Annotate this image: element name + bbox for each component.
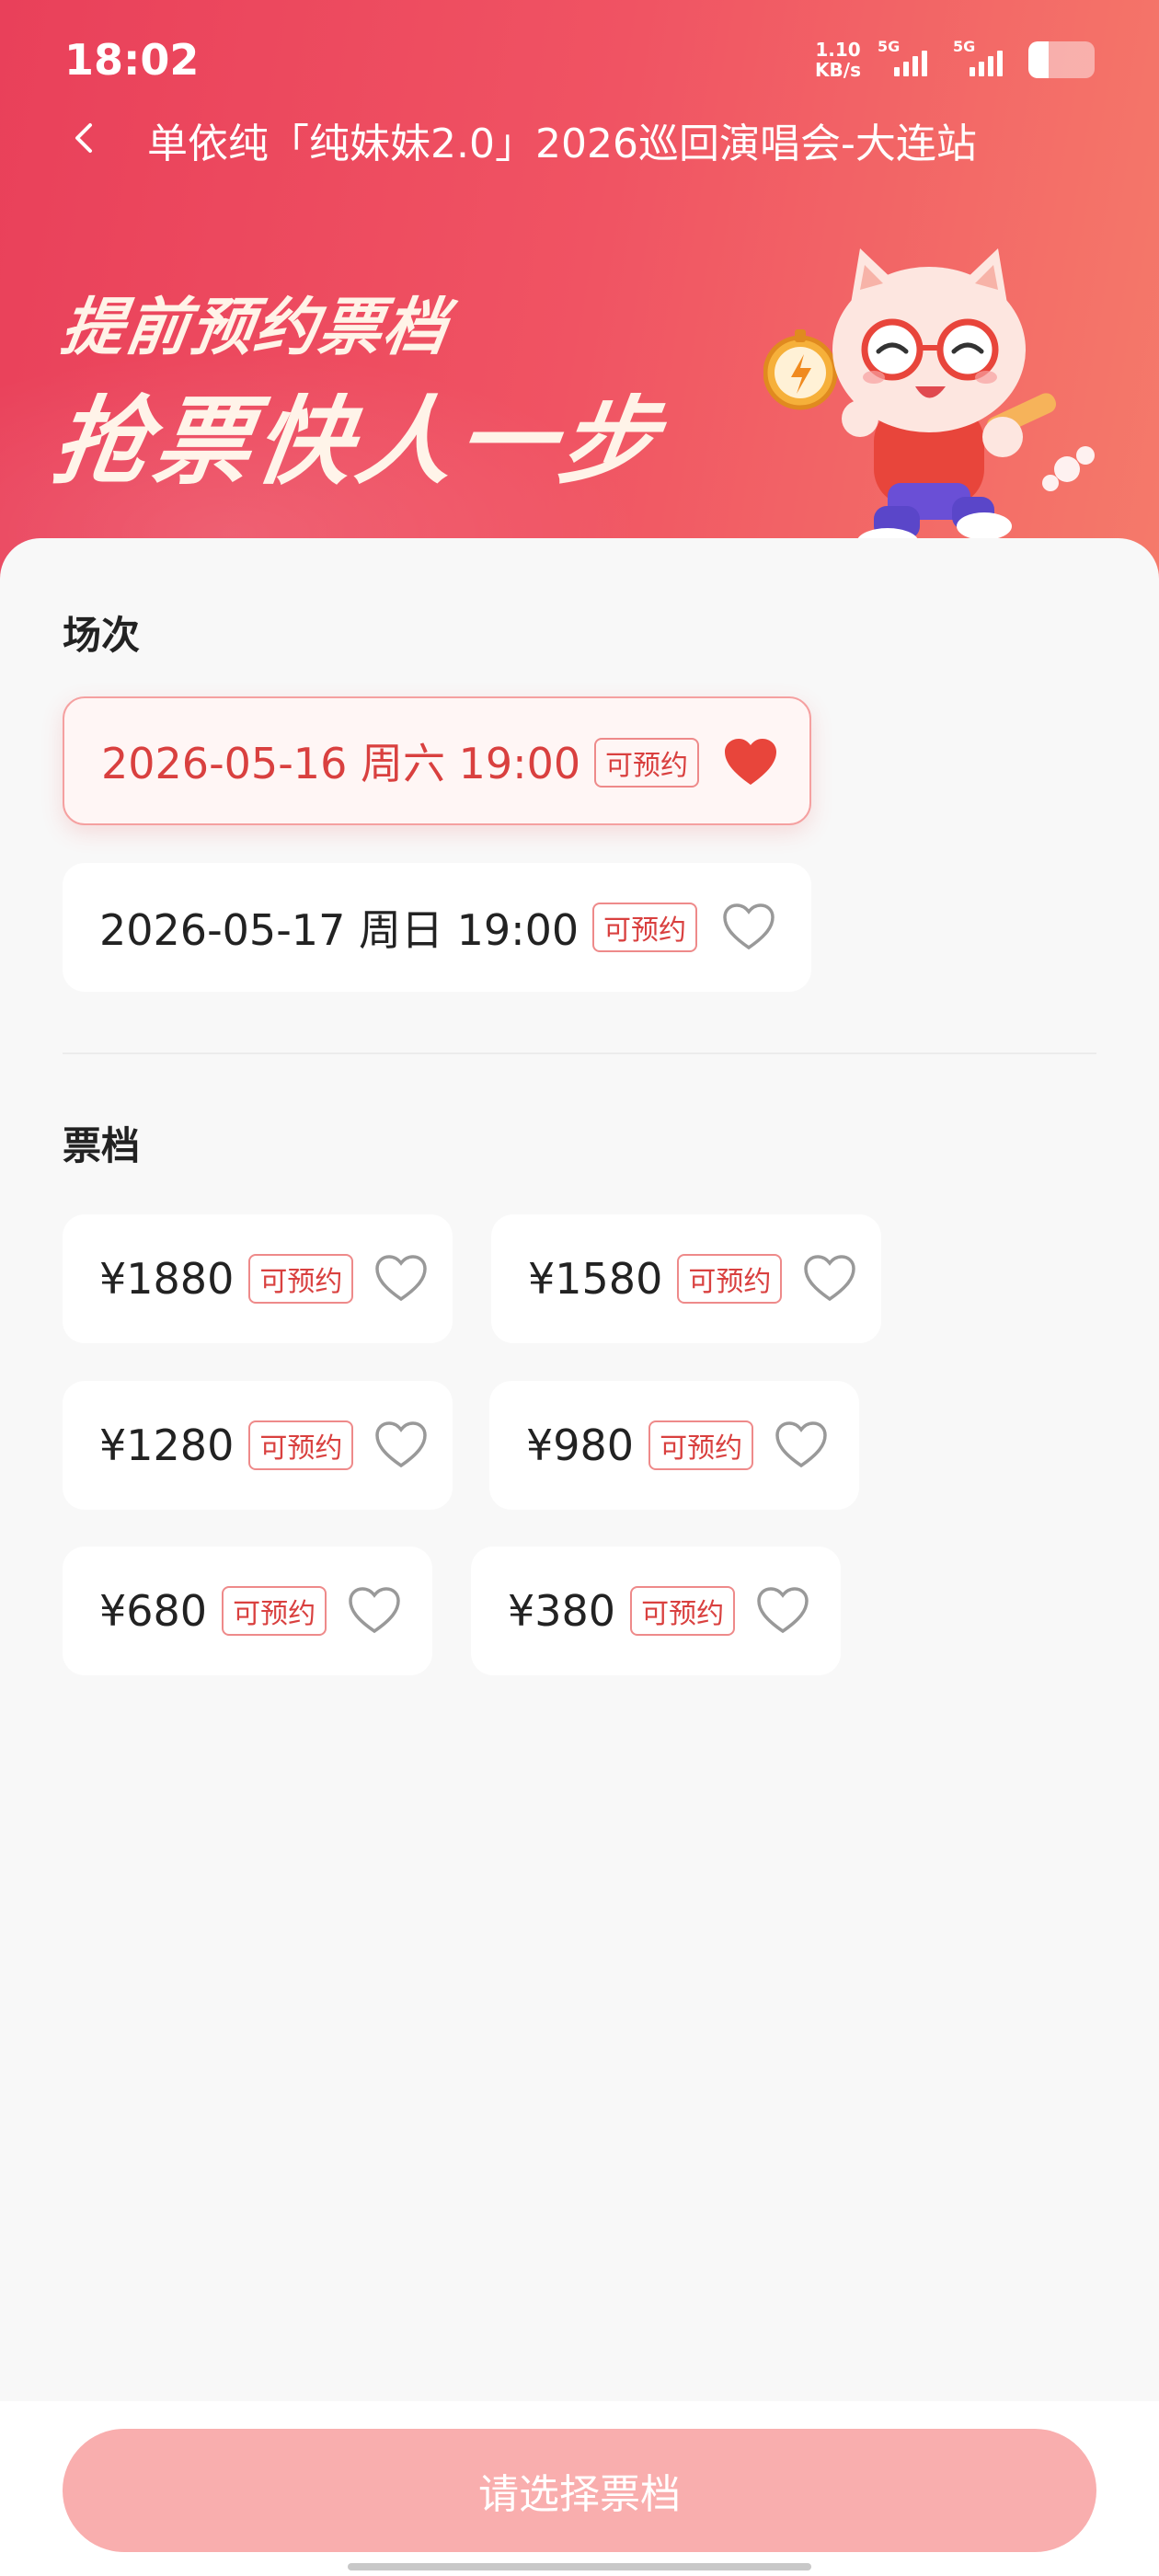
price-label: ¥980 xyxy=(526,1420,635,1470)
heart-outline-icon[interactable] xyxy=(774,1420,829,1471)
bottom-action-bar: 请选择票档 xyxy=(0,2401,1159,2576)
price-label: ¥380 xyxy=(508,1586,616,1636)
status-icons: 1.10 KB/s 5G 5G xyxy=(815,37,1095,83)
header-banner: 18:02 1.10 KB/s 5G 5G 单依纯「纯妹妹2.0」2026巡回演… xyxy=(0,0,1159,589)
network-speed-value: 1.10 xyxy=(815,39,861,61)
cat-mascot-illustration xyxy=(763,248,1095,577)
battery-level xyxy=(1028,41,1049,78)
heart-outline-icon[interactable] xyxy=(721,902,776,953)
availability-badge: 可预约 xyxy=(592,903,697,952)
session-option-1[interactable]: 2026-05-16 周六 19:00 可预约 xyxy=(63,696,811,825)
heart-outline-icon[interactable] xyxy=(373,1253,429,1305)
tiers-section-title: 票档 xyxy=(63,1123,141,1168)
select-tier-button[interactable]: 请选择票档 xyxy=(63,2429,1096,2552)
signal-label-1: 5G xyxy=(878,38,901,55)
banner-headline: 提前预约票档 xyxy=(56,292,453,364)
session-label: 2026-05-17 周日 19:00 xyxy=(99,905,580,955)
banner-slogan: 抢票快人一步 xyxy=(46,385,670,498)
price-label: ¥1280 xyxy=(99,1420,235,1470)
signal-icon: 5G xyxy=(878,38,936,76)
network-speed: 1.10 KB/s xyxy=(815,40,861,80)
price-tier-option[interactable]: ¥1580 可预约 xyxy=(491,1214,881,1343)
content-panel: 场次 2026-05-16 周六 19:00 可预约 2026-05-17 周日… xyxy=(0,538,1159,2406)
availability-badge: 可预约 xyxy=(248,1254,354,1304)
session-label: 2026-05-16 周六 19:00 xyxy=(101,739,581,788)
signal-label-2: 5G xyxy=(953,38,976,55)
status-bar: 18:02 1.10 KB/s 5G 5G xyxy=(0,0,1159,110)
heart-outline-icon[interactable] xyxy=(373,1420,429,1471)
price-tier-option[interactable]: ¥380 可预约 xyxy=(471,1547,841,1675)
availability-badge: 可预约 xyxy=(594,738,699,788)
heart-outline-icon[interactable] xyxy=(802,1253,857,1305)
price-tier-option[interactable]: ¥680 可预约 xyxy=(63,1547,432,1675)
section-divider xyxy=(63,1052,1096,1054)
heart-outline-icon[interactable] xyxy=(755,1585,810,1637)
page-title: 单依纯「纯妹妹2.0」2026巡回演唱会-大连站 xyxy=(147,121,977,167)
price-tier-option[interactable]: ¥1280 可预约 xyxy=(63,1381,453,1510)
battery-icon xyxy=(1028,41,1095,78)
chevron-left-icon xyxy=(75,123,92,153)
price-tier-option[interactable]: ¥1880 可预约 xyxy=(63,1214,453,1343)
price-label: ¥1880 xyxy=(99,1254,235,1304)
price-tier-option[interactable]: ¥980 可预约 xyxy=(489,1381,859,1510)
session-option-2[interactable]: 2026-05-17 周日 19:00 可预约 xyxy=(63,863,811,992)
sessions-section-title: 场次 xyxy=(63,613,141,658)
availability-badge: 可预约 xyxy=(630,1586,736,1636)
home-indicator[interactable] xyxy=(348,2563,811,2570)
availability-badge: 可预约 xyxy=(677,1254,783,1304)
status-time: 18:02 xyxy=(64,35,200,85)
heart-filled-icon[interactable] xyxy=(723,737,778,788)
availability-badge: 可预约 xyxy=(248,1420,354,1470)
price-label: ¥680 xyxy=(99,1586,208,1636)
nav-bar: 单依纯「纯妹妹2.0」2026巡回演唱会-大连站 xyxy=(0,101,1159,175)
availability-badge: 可预约 xyxy=(222,1586,327,1636)
availability-badge: 可预约 xyxy=(648,1420,754,1470)
signal-icon: 5G xyxy=(953,38,1012,76)
back-button[interactable] xyxy=(55,109,114,167)
network-speed-unit: KB/s xyxy=(815,59,861,81)
heart-outline-icon[interactable] xyxy=(347,1585,402,1637)
price-label: ¥1580 xyxy=(528,1254,663,1304)
